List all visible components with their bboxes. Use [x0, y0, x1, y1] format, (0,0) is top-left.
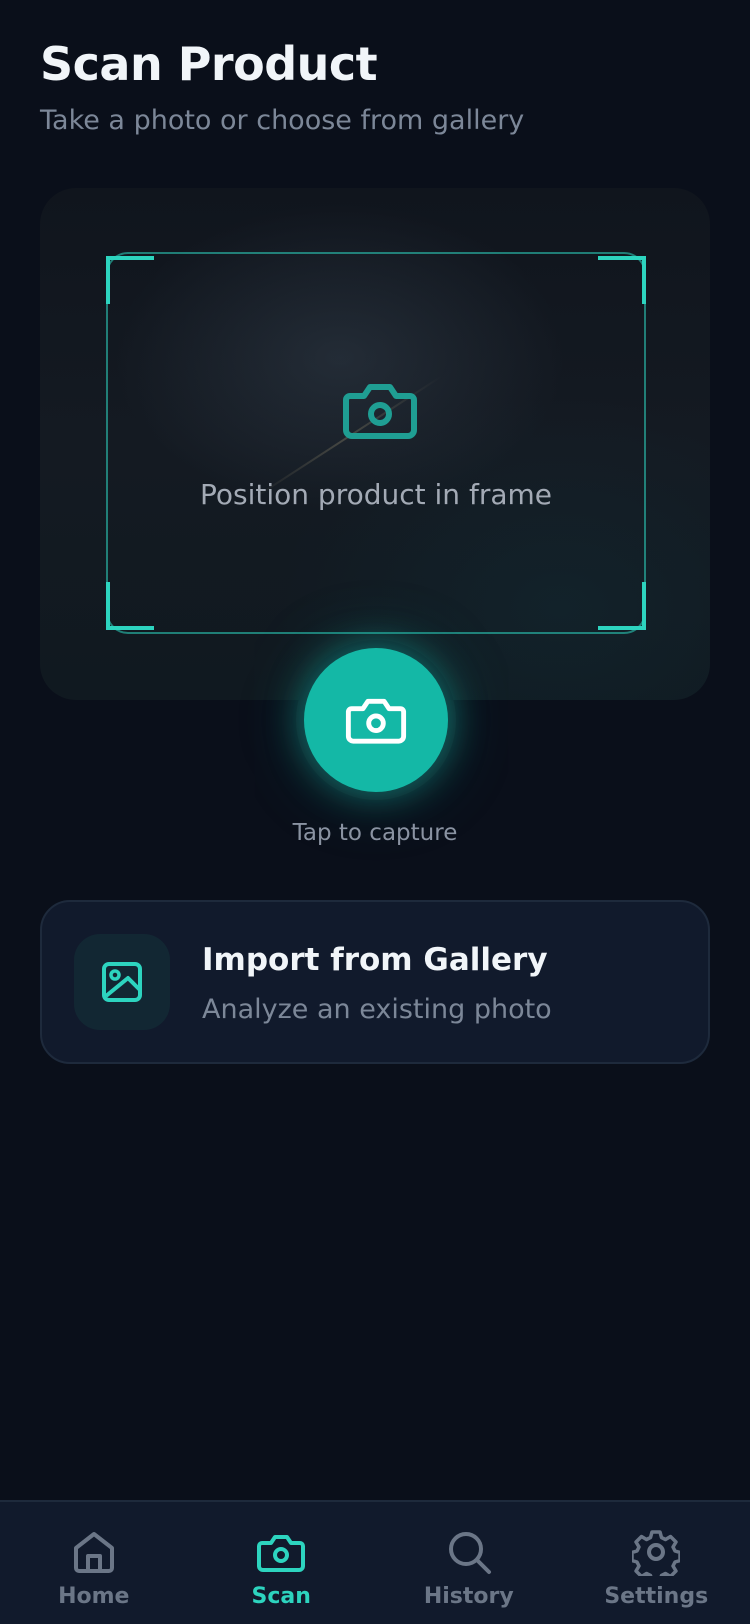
import-title: Import from Gallery [202, 942, 548, 978]
nav-label-home: Home [58, 1584, 130, 1609]
capture-button-ring [296, 640, 456, 800]
home-icon [73, 1532, 114, 1573]
nav-label-scan: Scan [251, 1584, 311, 1609]
page-subtitle: Take a photo or choose from gallery [40, 105, 525, 136]
nav-label-history: History [423, 1584, 514, 1609]
camera-icon [345, 698, 407, 744]
import-subtitle: Analyze an existing photo [202, 994, 552, 1025]
frame-corner-top-right [598, 256, 646, 304]
frame-corner-bottom-left [106, 582, 154, 630]
scan-screen: Scan Product Take a photo or choose from… [0, 0, 750, 1624]
nav-item-settings[interactable]: Settings [563, 1502, 750, 1624]
camera-icon [343, 384, 417, 439]
frame-corner-bottom-right [598, 582, 646, 630]
gear-icon [632, 1530, 681, 1576]
camera-viewfinder[interactable]: Position product in frame [40, 188, 710, 700]
scan-frame: Position product in frame [106, 252, 646, 634]
nav-item-scan[interactable]: Scan [188, 1502, 376, 1624]
frame-hint: Position product in frame [200, 478, 552, 511]
nav-label-settings: Settings [604, 1584, 709, 1609]
image-icon [102, 962, 142, 1002]
nav-item-history[interactable]: History [375, 1502, 563, 1624]
search-icon [448, 1532, 491, 1574]
page-title: Scan Product [40, 37, 378, 91]
capture-label: Tap to capture [292, 820, 458, 846]
camera-icon [257, 1535, 306, 1572]
frame-corner-top-left [106, 256, 154, 304]
import-icon-container [74, 934, 170, 1030]
capture-button[interactable] [304, 648, 448, 792]
page-header: Scan Product Take a photo or choose from… [40, 36, 524, 138]
bottom-navigation: Home Scan History Settings [0, 1500, 750, 1624]
nav-item-home[interactable]: Home [0, 1502, 188, 1624]
import-from-gallery-button[interactable]: Import from Gallery Analyze an existing … [40, 900, 710, 1064]
